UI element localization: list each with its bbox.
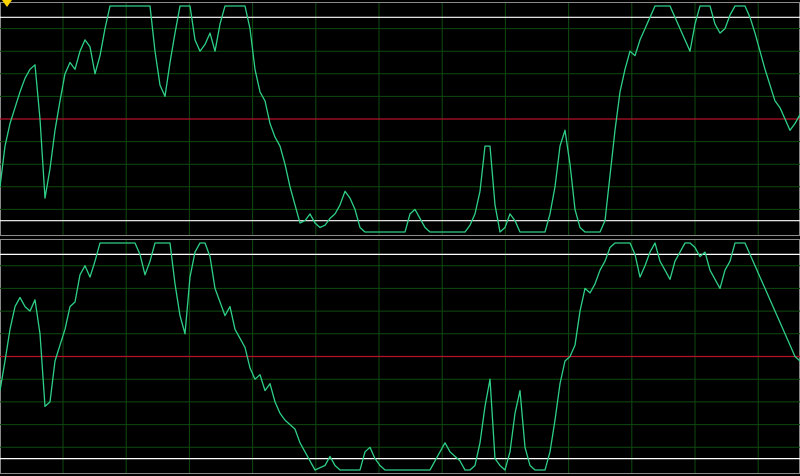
oscilloscope-display bbox=[0, 0, 800, 476]
indicator-icon bbox=[2, 0, 12, 8]
dual-trace-chart bbox=[0, 2, 800, 474]
